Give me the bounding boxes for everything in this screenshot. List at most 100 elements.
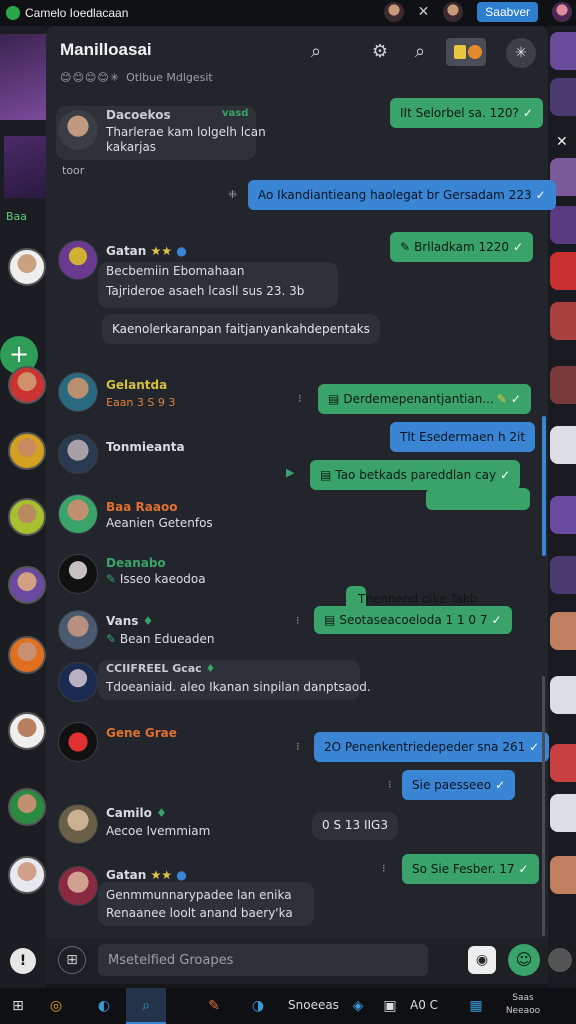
paint-icon[interactable]: ✎ — [202, 994, 226, 1018]
sender-name[interactable]: Baa Raaoo — [106, 500, 177, 514]
outgoing-message[interactable] — [426, 488, 530, 510]
start-icon[interactable]: ⊞ — [8, 994, 28, 1018]
play-icon[interactable]: ▶ — [286, 466, 294, 479]
chat-avatar[interactable] — [8, 712, 46, 750]
sender-tag: Gcac — [172, 662, 202, 675]
notes-button[interactable] — [446, 38, 486, 66]
incoming-message[interactable]: 0 S 13 IIG3 — [312, 812, 398, 840]
files-icon[interactable]: ◐ — [92, 994, 116, 1018]
avatar[interactable] — [58, 662, 98, 702]
chat-avatar[interactable] — [8, 566, 46, 604]
sender-name[interactable]: Gene Grae — [106, 726, 177, 740]
sender-name[interactable]: Camilo ♦ — [106, 806, 167, 820]
forward-icon[interactable]: ⁝ — [298, 392, 302, 405]
forward-icon[interactable]: ⁝ — [296, 740, 300, 753]
gear-icon[interactable]: ⚙ — [368, 40, 392, 64]
chat-avatar[interactable] — [550, 366, 576, 404]
chat-avatar[interactable] — [8, 248, 46, 286]
incoming-message[interactable]: Kaenolerkaranpan faitjanyankahdepentaks — [102, 314, 380, 344]
outgoing-message[interactable]: ▤ Derdemepenantjantian... ✎ ✓ — [318, 384, 531, 414]
settings-icon[interactable] — [548, 948, 572, 972]
chat-avatar[interactable] — [550, 78, 576, 116]
forward-icon[interactable]: ⁜ — [228, 188, 237, 201]
chat-avatar[interactable] — [8, 498, 46, 536]
close-icon[interactable]: ✕ — [418, 4, 430, 20]
avatar[interactable] — [58, 434, 98, 474]
browser-icon[interactable]: ◎ — [44, 994, 68, 1018]
taskbar-label[interactable]: A0 C — [410, 998, 438, 1012]
chat-avatar[interactable] — [550, 612, 576, 650]
more-options-icon[interactable]: ✳ — [506, 38, 536, 68]
sender-name[interactable]: CCIIFREEL Gcac ♦ — [106, 662, 215, 675]
sender-name[interactable]: Vans ♦ — [106, 614, 153, 628]
chat-avatar[interactable] — [550, 206, 576, 244]
banner-image[interactable] — [0, 34, 46, 120]
sender-name[interactable]: Gatan ★★ ● — [106, 244, 187, 258]
chat-avatar[interactable] — [550, 302, 576, 340]
sender-name[interactable]: Gelantda — [106, 378, 167, 392]
scrollbar-track[interactable] — [542, 676, 545, 936]
avatar[interactable] — [383, 2, 404, 22]
search-icon[interactable]: ⌕ — [134, 994, 158, 1018]
outgoing-message[interactable]: ▤ Tao betkads pareddlan cay ✓ — [310, 460, 521, 490]
forward-icon[interactable]: ⁝ — [388, 778, 392, 791]
chat-avatar[interactable] — [550, 794, 576, 832]
message-input[interactable] — [98, 944, 428, 976]
app-icon[interactable]: ◑ — [246, 994, 270, 1018]
search-icon[interactable]: ⌕ — [304, 40, 328, 64]
chat-avatar[interactable] — [8, 432, 46, 470]
calendar-icon[interactable]: ▦ — [466, 994, 486, 1018]
outgoing-message[interactable]: Tlt Esedermaen h 2it — [390, 422, 536, 452]
avatar[interactable] — [58, 494, 98, 534]
outgoing-message[interactable]: IIt Selorbel sa. 120? ✓ — [390, 98, 543, 128]
banner-image[interactable] — [4, 136, 46, 198]
search-icon[interactable]: ⌕ — [408, 40, 432, 64]
sender-name[interactable]: Gatan ★★ ● — [106, 868, 187, 882]
avatar[interactable] — [58, 610, 98, 650]
chat-avatar[interactable] — [8, 856, 46, 894]
taskbar-label[interactable]: Snoeeas — [288, 998, 339, 1012]
avatar[interactable] — [58, 110, 98, 150]
avatar[interactable] — [58, 372, 98, 412]
chat-icon[interactable]: ◈ — [348, 994, 368, 1018]
sender-name[interactable]: Deanabo — [106, 556, 166, 570]
chat-avatar[interactable] — [8, 788, 46, 826]
attach-icon[interactable]: ⊞ — [58, 946, 86, 974]
clock[interactable]: Saas Neeaoo — [494, 992, 552, 1018]
outgoing-message[interactable]: ▤ Seotaseacoeloda 1 1 0 7 ✓ — [314, 606, 512, 634]
chat-avatar[interactable] — [550, 556, 576, 594]
forward-icon[interactable]: ⁝ — [382, 862, 386, 875]
info-icon[interactable]: ! — [10, 948, 36, 974]
chat-avatar[interactable] — [550, 496, 576, 534]
avatar[interactable] — [58, 240, 98, 280]
avatar[interactable] — [58, 722, 98, 762]
avatar[interactable] — [58, 866, 98, 906]
scrollbar-thumb[interactable] — [542, 416, 546, 556]
chat-avatar[interactable] — [550, 744, 576, 782]
avatar[interactable] — [58, 554, 98, 594]
camera-icon[interactable]: ◉ — [468, 946, 496, 974]
chat-avatar[interactable] — [8, 636, 46, 674]
avatar[interactable] — [552, 2, 572, 22]
outgoing-message[interactable]: So Sie Fesber. 17 ✓ — [402, 854, 539, 884]
sender-name-text: CCIIFREEL — [106, 662, 169, 675]
outgoing-message[interactable]: ✎ Brlladkam 1220 ✓ — [390, 232, 534, 262]
status-badge[interactable]: Saabver — [477, 2, 538, 22]
chat-avatar[interactable] — [550, 426, 576, 464]
chat-avatar[interactable] — [550, 856, 576, 894]
chat-avatar[interactable] — [550, 252, 576, 290]
forward-icon[interactable]: ⁝ — [296, 614, 300, 627]
close-icon[interactable]: ✕ — [556, 134, 568, 150]
chat-avatar[interactable] — [8, 366, 46, 404]
sender-name[interactable]: Tonmieanta — [106, 440, 185, 454]
avatar[interactable] — [443, 2, 464, 22]
app-icon[interactable]: ▣ — [380, 994, 400, 1018]
outgoing-message[interactable]: 2O Penenkentriedepeder sna 261 ✓ — [314, 732, 550, 762]
chat-avatar[interactable] — [550, 676, 576, 714]
avatar[interactable] — [58, 804, 98, 844]
sender-name[interactable]: Dacoekos — [106, 108, 171, 122]
emoji-button[interactable]: ☺ — [508, 944, 540, 976]
outgoing-message[interactable]: Sie paesseeo ✓ — [402, 770, 516, 800]
chat-avatar[interactable] — [550, 32, 576, 70]
outgoing-message[interactable]: Ao Ikandiantieang haolegat br Gersadam 2… — [248, 180, 556, 210]
